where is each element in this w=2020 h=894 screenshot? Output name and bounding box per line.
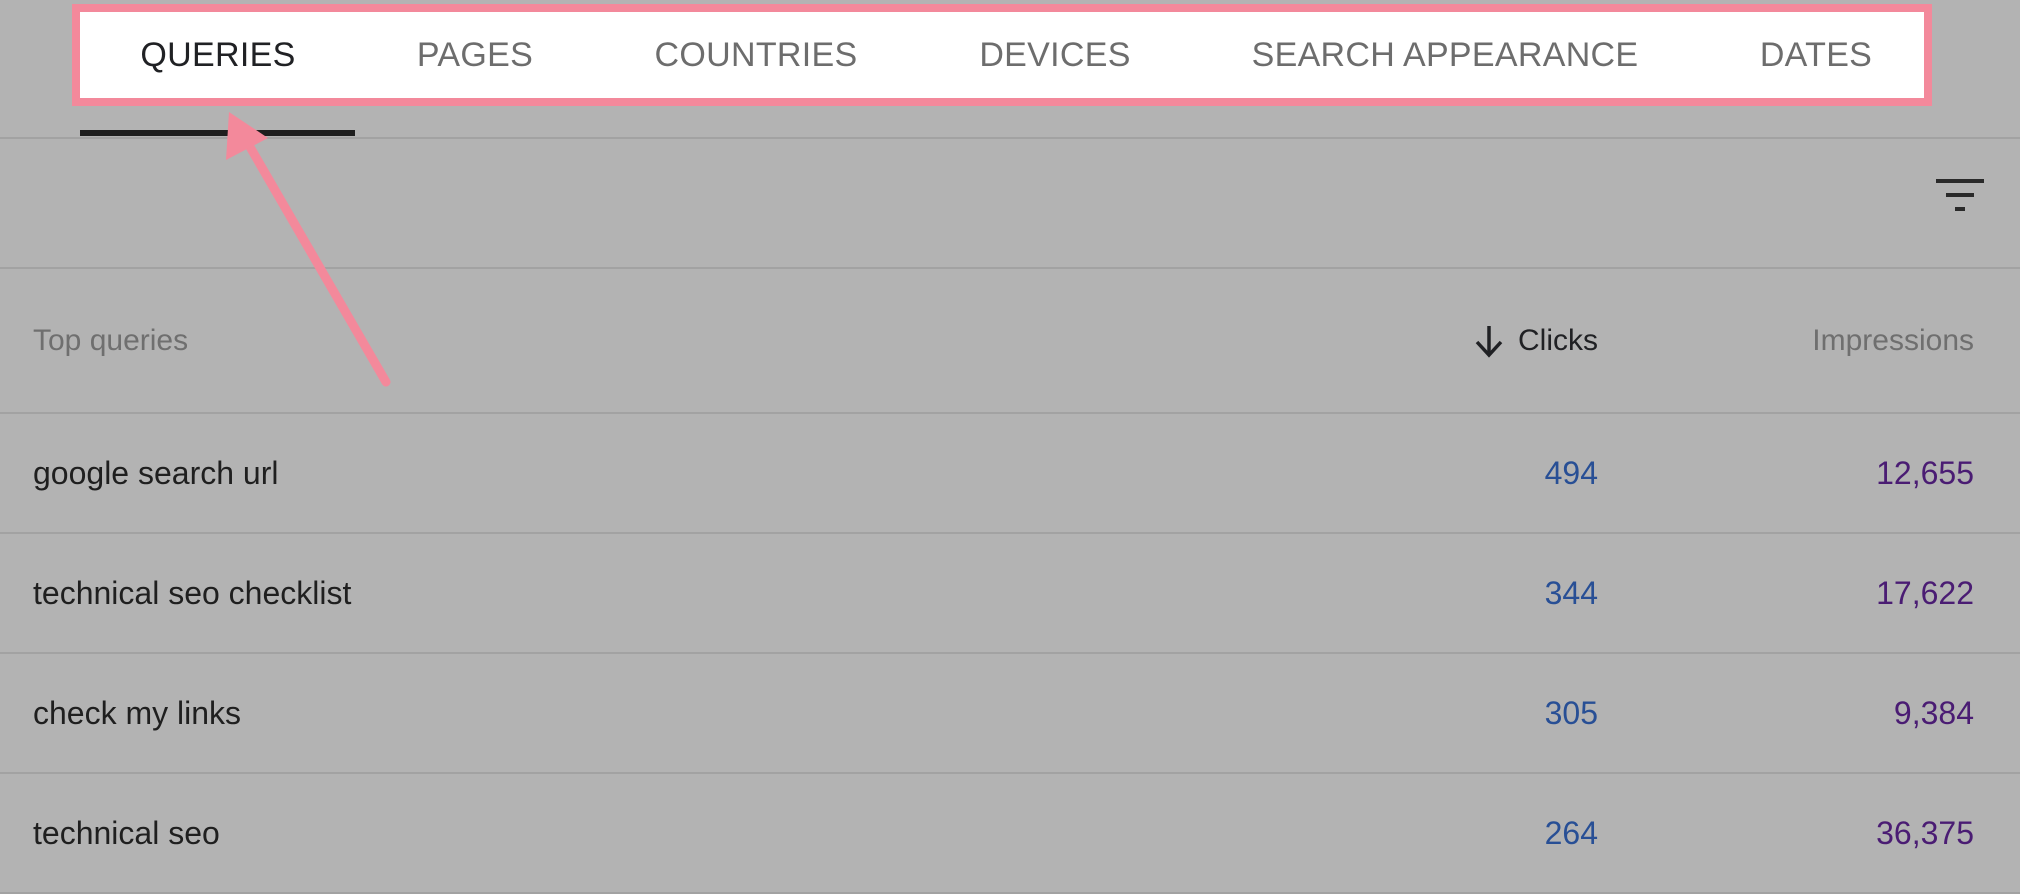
impressions-cell: 12,655 [1876,455,1974,491]
impressions-cell: 36,375 [1876,815,1974,851]
query-cell: technical seo checklist [33,575,352,611]
query-cell: google search url [33,455,279,491]
clicks-cell: 264 [1544,815,1598,851]
table-header: Top queries Clicks Impressions [0,269,2020,414]
arrow-down-icon [1475,325,1503,358]
filter-icon[interactable] [1936,179,1984,215]
table-row[interactable]: google search url 494 12,655 [0,414,2020,534]
active-tab-underline [80,130,355,136]
impressions-cell: 17,622 [1876,575,1974,611]
tab-devices[interactable]: DEVICES [979,4,1130,106]
query-cell: technical seo [33,815,220,851]
table-row[interactable]: check my links 305 9,384 [0,654,2020,774]
tab-countries[interactable]: COUNTRIES [655,4,858,106]
clicks-cell: 344 [1544,575,1598,611]
filter-toolbar [0,139,2020,269]
query-cell: check my links [33,695,242,731]
column-header-query[interactable]: Top queries [33,269,188,412]
impressions-cell: 9,384 [1893,695,1974,731]
column-header-impressions[interactable]: Impressions [1812,269,1974,412]
table-row[interactable]: technical seo checklist 344 17,622 [0,534,2020,654]
tab-bar: QUERIES PAGES COUNTRIES DEVICES SEARCH A… [0,0,2020,139]
column-header-clicks[interactable]: Clicks [1474,269,1598,412]
tabs-highlight-box: QUERIES PAGES COUNTRIES DEVICES SEARCH A… [72,4,1932,106]
clicks-cell: 494 [1544,455,1598,491]
column-header-clicks-label: Clicks [1518,324,1598,357]
tab-dates[interactable]: DATES [1760,4,1872,106]
tab-search-appearance[interactable]: SEARCH APPEARANCE [1252,4,1639,106]
tab-pages[interactable]: PAGES [417,4,533,106]
tab-queries[interactable]: QUERIES [140,4,295,106]
table-row[interactable]: technical seo 264 36,375 [0,774,2020,894]
clicks-cell: 305 [1544,695,1598,731]
